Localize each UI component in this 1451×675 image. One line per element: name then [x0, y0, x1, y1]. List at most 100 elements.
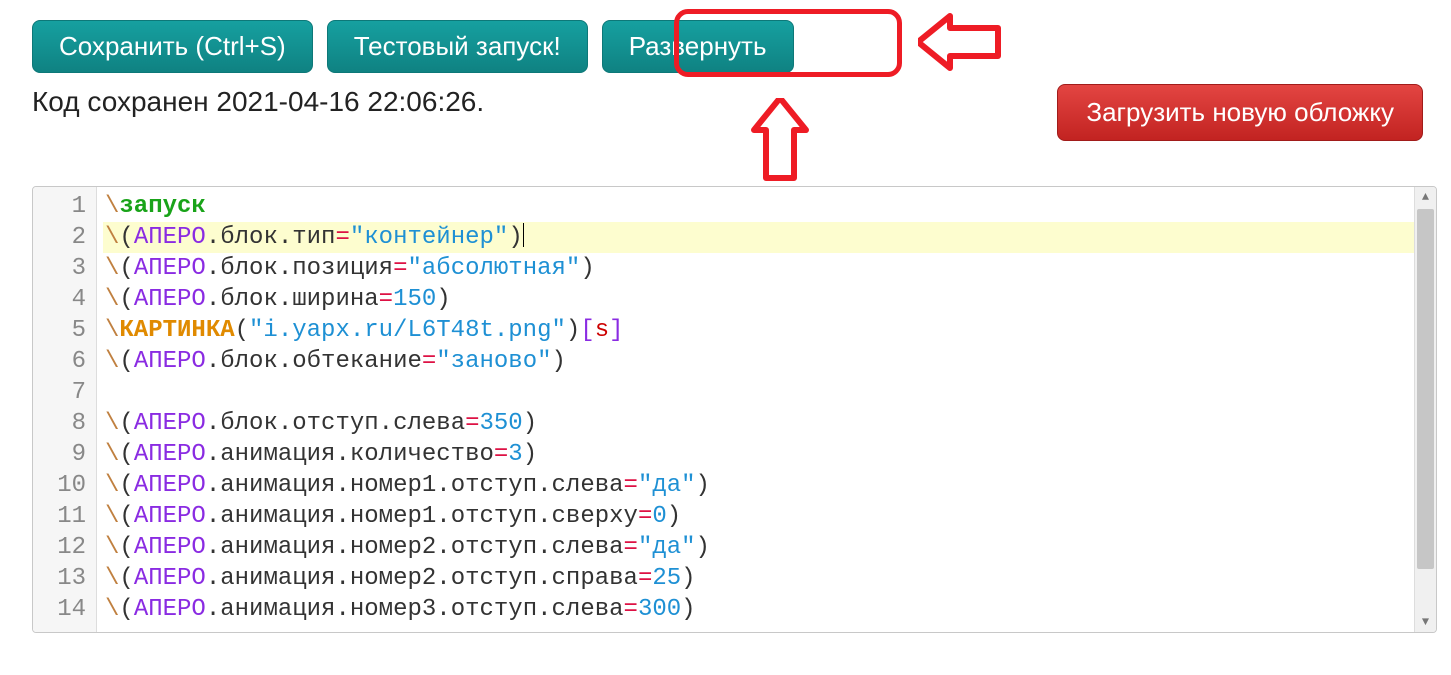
code-token: слева	[393, 410, 465, 437]
scroll-thumb[interactable]	[1417, 209, 1434, 569]
test-run-button[interactable]: Тестовый запуск!	[327, 20, 588, 73]
gutter-line-number: 4	[49, 284, 86, 315]
code-line[interactable]	[103, 377, 1414, 408]
code-line[interactable]: \(АПЕРО.блок.тип="контейнер")	[103, 222, 1414, 253]
editor-scrollbar[interactable]: ▲ ▼	[1414, 187, 1436, 632]
code-token: номер2	[350, 534, 436, 561]
upload-cover-button[interactable]: Загрузить новую обложку	[1057, 84, 1423, 141]
code-token: .	[206, 472, 220, 499]
code-token: (	[119, 348, 133, 375]
code-line[interactable]: \(АПЕРО.блок.позиция="абсолютная")	[103, 253, 1414, 284]
code-token: =	[624, 596, 638, 623]
code-token: 3	[508, 441, 522, 468]
code-token: )	[523, 441, 537, 468]
code-token: (	[119, 565, 133, 592]
code-line[interactable]: \запуск	[103, 191, 1414, 222]
code-token: .	[206, 286, 220, 313]
code-token: )	[552, 348, 566, 375]
save-button[interactable]: Сохранить (Ctrl+S)	[32, 20, 313, 73]
code-token: )	[523, 410, 537, 437]
code-token: \	[105, 286, 119, 313]
code-line[interactable]: \(АПЕРО.анимация.номер2.отступ.слева="да…	[103, 532, 1414, 563]
gutter-line-number: 12	[49, 532, 86, 563]
code-token: 350	[480, 410, 523, 437]
code-token: .	[206, 441, 220, 468]
code-token: анимация	[220, 596, 335, 623]
code-token: =	[624, 534, 638, 561]
editor-gutter: 1234567891011121314	[33, 187, 97, 632]
code-line[interactable]: \(АПЕРО.анимация.номер2.отступ.справа=25…	[103, 563, 1414, 594]
code-token: позиция	[292, 255, 393, 282]
code-token: )	[681, 596, 695, 623]
code-line[interactable]: \КАРТИНКА("i.yapx.ru/L6T48t.png")[s]	[103, 315, 1414, 346]
code-line[interactable]: \(АПЕРО.анимация.номер1.отступ.слева="да…	[103, 470, 1414, 501]
gutter-line-number: 11	[49, 501, 86, 532]
code-token: АПЕРО	[134, 348, 206, 375]
scroll-up-button[interactable]: ▲	[1415, 187, 1436, 207]
code-token: запуск	[119, 193, 205, 220]
code-token: .	[206, 348, 220, 375]
code-line[interactable]: \(АПЕРО.анимация.количество=3)	[103, 439, 1414, 470]
save-status-text: Код сохранен 2021-04-16 22:06:26.	[32, 86, 484, 118]
code-token: номер2	[350, 565, 436, 592]
code-token: блок	[220, 286, 278, 313]
code-line[interactable]: \(АПЕРО.блок.ширина=150)	[103, 284, 1414, 315]
code-token: АПЕРО	[134, 534, 206, 561]
code-token: .	[335, 534, 349, 561]
code-token: номер1	[350, 472, 436, 499]
code-token: \	[105, 410, 119, 437]
code-token: (	[119, 534, 133, 561]
editor-toolbar: Сохранить (Ctrl+S) Тестовый запуск! Разв…	[32, 20, 794, 73]
code-token: анимация	[220, 472, 335, 499]
gutter-line-number: 7	[49, 377, 86, 408]
code-token: =	[465, 410, 479, 437]
code-token: .	[206, 410, 220, 437]
deploy-button[interactable]: Развернуть	[602, 20, 794, 73]
code-line[interactable]: \(АПЕРО.анимация.номер1.отступ.сверху=0)	[103, 501, 1414, 532]
editor-code-area[interactable]: \запуск\(АПЕРО.блок.тип="контейнер")\(АП…	[97, 187, 1414, 632]
code-token: АПЕРО	[134, 441, 206, 468]
gutter-line-number: 9	[49, 439, 86, 470]
code-token: \	[105, 503, 119, 530]
code-token: количество	[350, 441, 494, 468]
code-token: 25	[652, 565, 681, 592]
scroll-down-button[interactable]: ▼	[1415, 612, 1436, 632]
code-token: "да"	[638, 534, 696, 561]
code-editor[interactable]: 1234567891011121314 \запуск\(АПЕРО.блок.…	[32, 186, 1437, 633]
code-token: \	[105, 596, 119, 623]
code-token: .	[537, 534, 551, 561]
code-token: \	[105, 255, 119, 282]
gutter-line-number: 1	[49, 191, 86, 222]
code-line[interactable]: \(АПЕРО.блок.отступ.слева=350)	[103, 408, 1414, 439]
code-token: КАРТИНКА	[119, 317, 234, 344]
gutter-line-number: 8	[49, 408, 86, 439]
code-token: 300	[638, 596, 681, 623]
code-token: =	[393, 255, 407, 282]
code-token: блок	[220, 255, 278, 282]
code-token: .	[278, 348, 292, 375]
code-token: )	[566, 317, 580, 344]
code-token: АПЕРО	[134, 224, 206, 251]
code-token: (	[119, 596, 133, 623]
code-token: АПЕРО	[134, 255, 206, 282]
code-token: )	[580, 255, 594, 282]
code-token: АПЕРО	[134, 565, 206, 592]
code-token: .	[335, 565, 349, 592]
code-token: (	[119, 441, 133, 468]
gutter-line-number: 10	[49, 470, 86, 501]
code-token: .	[206, 596, 220, 623]
text-cursor	[523, 223, 524, 247]
code-token: s	[595, 317, 609, 344]
code-token: =	[335, 224, 349, 251]
annotation-arrow-up-icon	[750, 98, 810, 182]
code-token: =	[379, 286, 393, 313]
code-token: .	[537, 596, 551, 623]
code-token: =	[422, 348, 436, 375]
code-token: .	[436, 472, 450, 499]
code-line[interactable]: \(АПЕРО.блок.обтекание="заново")	[103, 346, 1414, 377]
code-token: .	[278, 224, 292, 251]
code-token: .	[206, 534, 220, 561]
code-line[interactable]: \(АПЕРО.анимация.номер3.отступ.слева=300…	[103, 594, 1414, 625]
code-token: .	[206, 565, 220, 592]
code-token: (	[119, 503, 133, 530]
